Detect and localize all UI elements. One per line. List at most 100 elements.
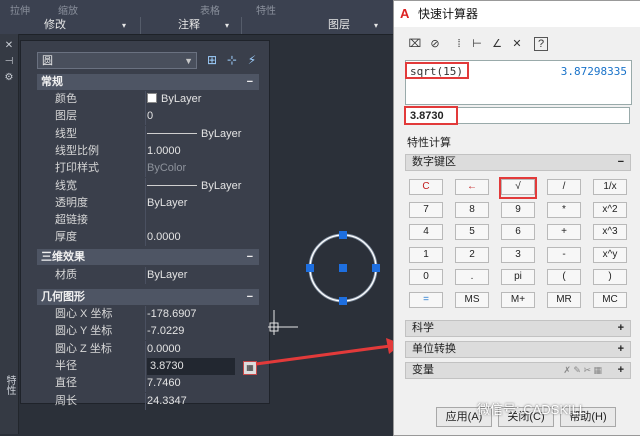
key-12[interactable]: 6 bbox=[501, 224, 535, 240]
property-value[interactable]: -7.0229 bbox=[147, 323, 184, 340]
key-27[interactable]: M+ bbox=[501, 291, 535, 308]
key-21[interactable]: . bbox=[455, 269, 489, 285]
clear-icon[interactable]: ⌧ bbox=[408, 37, 422, 51]
key-20[interactable]: 0 bbox=[409, 269, 443, 285]
key-3[interactable]: / bbox=[547, 179, 581, 195]
property-value[interactable]: -178.6907 bbox=[147, 306, 197, 323]
section-3d[interactable]: 三维效果 − bbox=[37, 249, 259, 265]
object-type-select[interactable]: 圆 ▼ bbox=[37, 52, 197, 69]
get-coordinates-icon[interactable]: ⁞ bbox=[452, 37, 466, 51]
key-10[interactable]: 4 bbox=[409, 224, 443, 240]
ribbon-panel-layers[interactable]: 图层 ▾ bbox=[242, 17, 392, 34]
property-row[interactable]: 半径 3.8730 bbox=[37, 357, 259, 375]
row-divider bbox=[145, 392, 146, 410]
property-value[interactable]: 0.0000 bbox=[147, 341, 181, 358]
property-value[interactable]: ByLayer bbox=[147, 178, 241, 195]
variable-tools-icon[interactable]: ✗ ✎ ✂ ▦ bbox=[563, 363, 602, 378]
property-row[interactable]: 厚度 0.0000 bbox=[37, 229, 259, 247]
property-value[interactable]: ByLayer bbox=[147, 91, 201, 108]
expand-icon: + bbox=[617, 322, 624, 334]
property-row[interactable]: 周长 24.3347 bbox=[37, 392, 259, 410]
property-value-text: ByLayer bbox=[147, 196, 188, 209]
angle-icon[interactable]: ∠ bbox=[490, 37, 504, 51]
property-row[interactable]: 图层 0 bbox=[37, 108, 259, 126]
key-23[interactable]: ( bbox=[547, 269, 581, 285]
grip-top[interactable] bbox=[339, 231, 347, 239]
property-row[interactable]: 颜色 ByLayer bbox=[37, 91, 259, 108]
property-row[interactable]: 线型 ByLayer bbox=[37, 125, 259, 143]
key-7[interactable]: 9 bbox=[501, 201, 535, 218]
key-4[interactable]: 1/x bbox=[593, 179, 627, 195]
key-14[interactable]: x^3 bbox=[593, 224, 627, 240]
close-icon[interactable]: ✕ bbox=[3, 40, 15, 52]
key-17[interactable]: 3 bbox=[501, 246, 535, 263]
grip-left[interactable] bbox=[306, 264, 314, 272]
section-general[interactable]: 常规 − bbox=[37, 74, 259, 90]
key-1[interactable]: ← bbox=[455, 179, 489, 195]
key-28[interactable]: MR bbox=[547, 291, 581, 308]
calculator-titlebar[interactable]: A 快速计算器 bbox=[394, 1, 640, 27]
key-19[interactable]: x^y bbox=[593, 246, 627, 263]
highlight-sqrt-key bbox=[499, 177, 537, 199]
property-value[interactable]: ByLayer bbox=[147, 267, 187, 284]
select-objects-icon[interactable]: ⊹ bbox=[224, 52, 240, 68]
key-15[interactable]: 1 bbox=[409, 246, 443, 263]
property-value[interactable]: 3.8730 bbox=[147, 357, 235, 375]
quick-select-icon[interactable]: ⚡ bbox=[244, 52, 260, 68]
section-variables[interactable]: 变量 ✗ ✎ ✂ ▦ + bbox=[405, 362, 631, 379]
grip-center[interactable] bbox=[339, 264, 347, 272]
help-icon[interactable]: ? bbox=[534, 37, 548, 51]
property-value[interactable]: 0.0000 bbox=[147, 229, 181, 246]
clear-history-icon[interactable]: ⊘ bbox=[428, 37, 442, 51]
grip-right[interactable] bbox=[372, 264, 380, 272]
property-value[interactable]: 7.7460 bbox=[147, 375, 181, 392]
key-18[interactable]: - bbox=[547, 246, 581, 263]
key-13[interactable]: + bbox=[547, 224, 581, 240]
section-geometry[interactable]: 几何图形 − bbox=[37, 289, 259, 305]
property-row[interactable]: 透明度 ByLayer bbox=[37, 194, 259, 212]
property-value[interactable]: 1.0000 bbox=[147, 143, 181, 160]
property-row[interactable]: 线型比例 1.0000 bbox=[37, 142, 259, 160]
key-11[interactable]: 5 bbox=[455, 224, 489, 240]
property-value[interactable]: 0 bbox=[147, 108, 153, 125]
property-label: 厚度 bbox=[55, 231, 77, 244]
key-22[interactable]: pi bbox=[501, 269, 535, 285]
key-8[interactable]: * bbox=[547, 201, 581, 218]
key-24[interactable]: ) bbox=[593, 269, 627, 285]
property-row[interactable]: 材质 ByLayer bbox=[37, 267, 259, 284]
property-row[interactable]: 超链接 bbox=[37, 212, 259, 230]
settings-icon[interactable]: ⚙ bbox=[3, 72, 15, 84]
key-25[interactable]: = bbox=[409, 291, 443, 308]
pin-icon[interactable]: ⊣ bbox=[3, 56, 15, 68]
grip-bottom[interactable] bbox=[339, 297, 347, 305]
intersection-icon[interactable]: ✕ bbox=[510, 37, 524, 51]
property-row[interactable]: 打印样式 ByColor bbox=[37, 160, 259, 178]
section-science[interactable]: 科学 + bbox=[405, 320, 631, 337]
section-numpad[interactable]: 数字键区 − bbox=[405, 154, 631, 171]
ribbon-panel-layers-label: 图层 bbox=[328, 19, 350, 31]
key-5[interactable]: 7 bbox=[409, 201, 443, 218]
distance-icon[interactable]: ⊢ bbox=[470, 37, 484, 51]
property-row[interactable]: 直径 7.7460 bbox=[37, 375, 259, 393]
key-16[interactable]: 2 bbox=[455, 246, 489, 263]
property-value[interactable]: 24.3347 bbox=[147, 393, 187, 410]
ribbon-panel-modify[interactable]: 修改 ▾ bbox=[0, 17, 141, 34]
ribbon-panel-annotation[interactable]: 注释 ▾ bbox=[141, 17, 242, 34]
property-row[interactable]: 圆心 Y 坐标 -7.0229 bbox=[37, 323, 259, 341]
drawing-area[interactable] bbox=[268, 215, 398, 335]
key-9[interactable]: x^2 bbox=[593, 201, 627, 218]
property-row[interactable]: 圆心 X 坐标 -178.6907 bbox=[37, 306, 259, 323]
key-0[interactable]: C bbox=[409, 179, 443, 195]
property-value[interactable]: ByColor bbox=[147, 160, 186, 177]
key-26[interactable]: MS bbox=[455, 291, 489, 308]
row-divider bbox=[145, 267, 146, 284]
key-29[interactable]: MC bbox=[593, 291, 627, 308]
section-units[interactable]: 单位转换 + bbox=[405, 341, 631, 358]
key-6[interactable]: 8 bbox=[455, 201, 489, 218]
property-row[interactable]: 圆心 Z 坐标 0.0000 bbox=[37, 340, 259, 358]
property-row[interactable]: 线宽 ByLayer bbox=[37, 177, 259, 195]
toggle-pickadd-icon[interactable]: ⊞ bbox=[204, 52, 220, 68]
property-value[interactable]: ByLayer bbox=[147, 195, 187, 212]
property-value[interactable]: ByLayer bbox=[147, 126, 241, 143]
section-geometry-title: 几何图形 bbox=[41, 291, 85, 303]
